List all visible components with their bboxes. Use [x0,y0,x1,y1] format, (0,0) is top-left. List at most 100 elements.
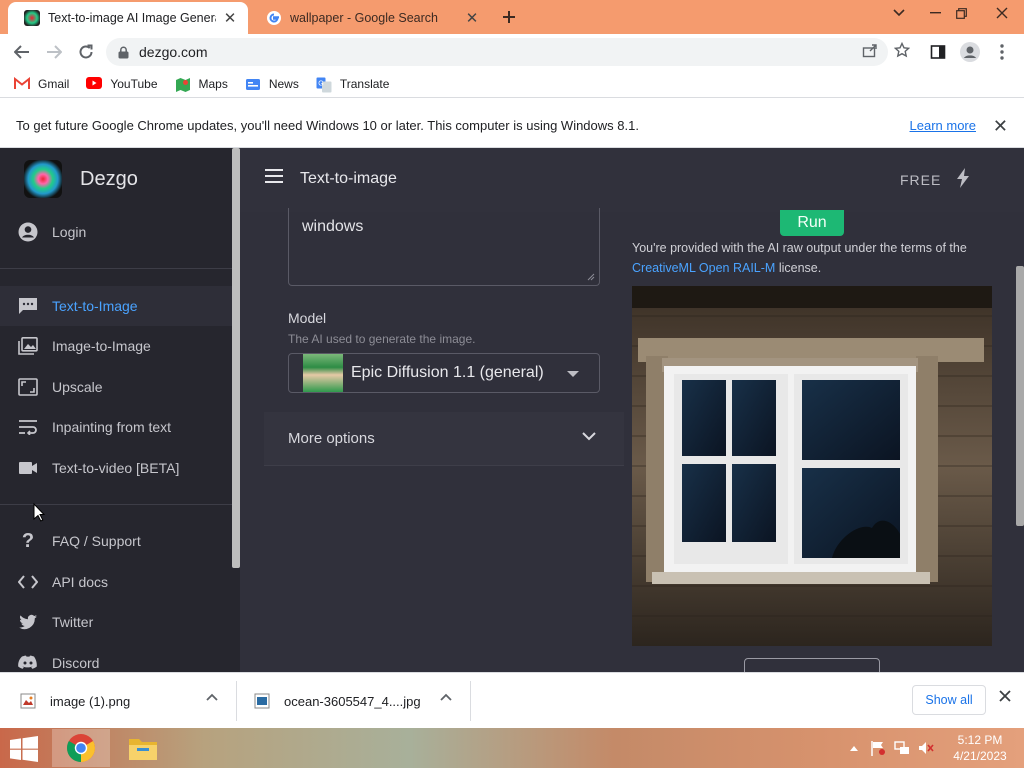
bookmark-maps[interactable]: Maps [175,76,228,92]
page-scrollbar[interactable] [1016,266,1024,526]
download-shelf: image (1).png ocean-3605547_4....jpg Sho… [0,672,1024,728]
brand[interactable]: Dezgo [24,160,138,198]
download-separator [236,681,237,721]
chevron-up-icon[interactable] [206,693,218,701]
taskbar-file-explorer[interactable] [114,729,172,767]
system-tray [850,740,934,756]
chevron-up-icon[interactable] [440,693,452,701]
download-item-image-png[interactable]: image (1).png [20,673,230,729]
tab-dezgo[interactable]: Text-to-image AI Image Generato ✕ [8,2,248,34]
sidebar-item-api-docs[interactable]: API docs [0,562,232,602]
side-panel-icon[interactable] [926,40,950,64]
bookmark-label: YouTube [110,76,158,91]
tray-chevron-up-icon[interactable] [850,745,858,751]
new-tab-button[interactable] [499,7,519,27]
page-title: Text-to-image [300,170,397,187]
clock-date: 4/21/2023 [953,749,1007,763]
kebab-menu-icon[interactable] [990,40,1014,64]
translate-icon: G [316,77,332,92]
sidebar-item-image-to-image[interactable]: Image-to-Image [0,326,232,366]
download-button[interactable] [744,658,880,672]
dezgo-logo [24,160,62,198]
network-icon[interactable] [894,741,910,755]
generated-image[interactable] [632,286,992,646]
forward-button[interactable] [42,40,66,64]
bookmark-label: Gmail [38,76,70,91]
more-options-panel[interactable]: More options [264,412,624,466]
sidebar-item-inpainting[interactable]: Inpainting from text [0,407,232,447]
sidebar-item-upscale[interactable]: Upscale [0,367,232,407]
app-bar: Text-to-image FREE [240,148,1024,212]
sidebar-scrollbar[interactable] [232,148,240,568]
sidebar-item-label: Image-to-Image [52,338,151,354]
code-icon [18,572,38,592]
sidebar-item-label: Login [52,224,87,240]
taskbar-clock[interactable]: 5:12 PM 4/21/2023 [950,732,1010,764]
share-icon[interactable] [862,42,878,58]
taskbar-chrome[interactable] [52,729,110,767]
lightning-bolt-icon[interactable] [956,168,970,188]
prompt-input[interactable]: windows [288,208,600,286]
model-thumbnail [303,354,343,392]
more-options-label: More options [288,430,375,447]
prompt-text: windows [302,218,364,235]
lock-icon[interactable] [118,46,129,59]
bookmark-gmail[interactable]: Gmail [14,76,70,91]
download-item-ocean-jpg[interactable]: ocean-3605547_4....jpg [254,673,464,729]
show-all-button[interactable]: Show all [912,685,986,715]
image-icon [18,336,38,356]
close-icon[interactable]: ✕ [993,116,1008,137]
close-window-button[interactable] [980,0,1024,26]
close-icon[interactable]: ✕ [222,10,238,27]
restore-button[interactable] [944,0,978,26]
sidebar-item-label: Text-to-Image [52,298,138,314]
action-center-flag-icon[interactable] [870,740,886,756]
sidebar-item-label: Inpainting from text [52,419,172,435]
tab-google-search[interactable]: wallpaper - Google Search ✕ [250,2,490,34]
license-link[interactable]: CreativeML Open RAIL-M [632,261,775,275]
hamburger-menu-icon[interactable] [264,168,284,184]
license-text: You're provided with the AI raw output u… [632,238,1002,278]
news-icon [245,77,261,91]
sidebar-item-faq[interactable]: ? FAQ / Support [0,521,232,561]
sidebar-item-twitter[interactable]: Twitter [0,602,232,642]
plan-badge[interactable]: FREE [900,172,941,188]
sidebar-divider [0,268,232,269]
google-favicon-icon [266,10,282,26]
back-button[interactable] [10,40,34,64]
sidebar-item-login[interactable]: Login [0,212,232,252]
bookmark-label: Maps [198,76,228,91]
sidebar-item-label: API docs [52,574,109,590]
model-selected-value: Epic Diffusion 1.1 (general) [351,364,544,381]
bookmark-translate[interactable]: G Translate [316,77,389,92]
sidebar-item-label: Twitter [52,614,94,630]
bookmark-news[interactable]: News [245,77,299,91]
close-icon[interactable] [998,689,1012,703]
bookmarks-bar: Gmail YouTube Maps News G Translate [0,70,1024,98]
tab-search-chevron-icon[interactable] [882,0,916,26]
close-icon[interactable]: ✕ [464,10,480,27]
volume-muted-icon[interactable] [918,741,934,755]
run-button[interactable]: Run [780,210,844,236]
reload-button[interactable] [74,40,98,64]
windows-start-icon[interactable] [10,736,38,762]
clock-time: 5:12 PM [957,733,1003,747]
sidebar-item-text-to-video[interactable]: Text-to-video [BETA] [0,448,232,488]
bookmark-youtube[interactable]: YouTube [86,76,158,91]
sidebar-item-text-to-image[interactable]: Text-to-Image [0,286,232,326]
profile-avatar-icon[interactable] [958,40,982,64]
tab-title: wallpaper - Google Search [290,11,438,25]
bookmark-star-icon[interactable] [894,42,910,58]
sidebar-item-label: FAQ / Support [52,533,141,549]
model-select[interactable]: Epic Diffusion 1.1 (general) [288,353,600,393]
download-name: ocean-3605547_4....jpg [284,693,421,709]
url-text[interactable]: dezgo.com [139,44,207,60]
sidebar-item-discord[interactable]: Discord [0,643,232,672]
brand-name: Dezgo [80,167,138,190]
learn-more-link[interactable]: Learn more [910,118,976,133]
folder-icon [129,739,157,760]
tab-strip: Text-to-image AI Image Generato ✕ wallpa… [0,0,1024,34]
resize-grip-icon[interactable] [587,273,595,281]
chat-icon [18,296,38,316]
address-bar[interactable]: dezgo.com [106,38,910,66]
